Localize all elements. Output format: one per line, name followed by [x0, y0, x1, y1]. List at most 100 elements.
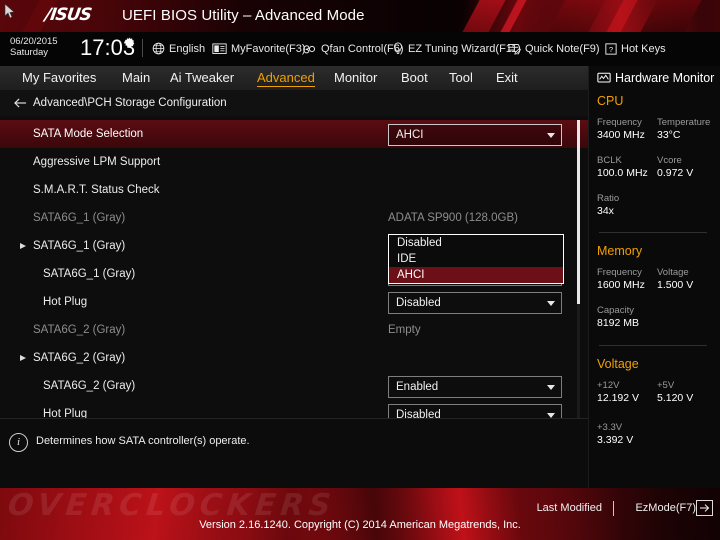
hw-value-capacity: 8192 MB	[597, 317, 640, 329]
help-panel: i Determines how SATA controller(s) oper…	[0, 418, 588, 489]
hw-value-12v: 12.192 V	[597, 392, 640, 404]
globe-icon	[152, 42, 165, 55]
panel-scrollbar-thumb[interactable]	[577, 120, 580, 304]
combo-value: AHCI	[396, 129, 424, 141]
chevron-down-icon	[547, 301, 555, 306]
group-row-sata6g-2[interactable]: SATA6G_2 (Gray)	[0, 344, 588, 372]
hardware-monitor-label: Hardware Monitor	[615, 71, 715, 85]
breadcrumb-path: Advanced\PCH Storage Configuration	[33, 97, 227, 109]
setting-row-smart-status-check[interactable]: S.M.A.R.T. Status Check	[0, 176, 588, 204]
tab-advanced[interactable]: Advanced	[257, 66, 315, 90]
settings-panel: Advanced\PCH Storage Configuration SATA …	[0, 90, 588, 418]
sata-mode-dropdown[interactable]: Disabled IDE AHCI	[388, 234, 564, 284]
tab-boot[interactable]: Boot	[401, 66, 428, 90]
toolbar-label: Hot Keys	[621, 43, 666, 55]
sata6g-2-enable-combo[interactable]: Enabled	[388, 376, 562, 398]
toolbar-item-hot-keys[interactable]: ? Hot Keys	[605, 39, 666, 59]
hw-value-5v: 5.120 V	[657, 392, 694, 404]
sata-mode-combo[interactable]: AHCI	[388, 124, 562, 146]
setting-row-sata6g-2-enable[interactable]: SATA6G_2 (Gray) Enabled	[0, 372, 588, 400]
monitor-icon	[597, 72, 611, 83]
device-label: SATA6G_1 (Gray)	[33, 212, 126, 224]
device-label: SATA6G_2 (Gray)	[33, 324, 126, 336]
device-value: Empty	[388, 324, 421, 336]
hw-value-ratio: 34x	[597, 205, 614, 217]
date-value: 06/20/2015	[10, 36, 58, 47]
hw-divider	[599, 232, 707, 233]
hw-value-vcore: 0.972 V	[657, 167, 694, 179]
weekday-value: Saturday	[10, 47, 49, 58]
title-bar: /ISUS UEFI BIOS Utility – Advanced Mode	[0, 0, 720, 32]
setting-label: Aggressive LPM Support	[33, 156, 161, 168]
bios-screen: /ISUS UEFI BIOS Utility – Advanced Mode …	[0, 0, 720, 540]
hw-divider	[599, 345, 707, 346]
setting-row-hot-plug-1[interactable]: Hot Plug Disabled	[0, 288, 588, 316]
date-display: 06/20/2015 Saturday	[10, 36, 76, 58]
hw-value-mem-voltage: 1.500 V	[657, 279, 694, 291]
hot-plug-1-combo[interactable]: Disabled	[388, 292, 562, 314]
question-box-icon: ?	[605, 43, 617, 55]
device-value: ADATA SP900 (128.0GB)	[388, 212, 518, 224]
tab-tool[interactable]: Tool	[449, 66, 473, 90]
tab-my-favorites[interactable]: My Favorites	[22, 66, 96, 90]
hw-value-bclk: 100.0 MHz	[597, 167, 648, 179]
setting-label: S.M.A.R.T. Status Check	[33, 184, 160, 196]
setting-label: SATA6G_2 (Gray)	[43, 380, 136, 392]
tab-ai-tweaker[interactable]: Ai Tweaker	[170, 66, 234, 90]
setting-label: SATA Mode Selection	[33, 128, 144, 140]
hardware-monitor-title: Hardware Monitor	[597, 69, 714, 87]
help-text: Determines how SATA controller(s) operat…	[36, 435, 250, 447]
last-modified-button[interactable]: Last Modified	[537, 500, 602, 516]
dropdown-option-ahci[interactable]: AHCI	[389, 267, 563, 283]
footer-separator	[613, 501, 614, 516]
combo-value: Enabled	[396, 381, 439, 393]
combo-value: Disabled	[396, 297, 441, 309]
toolbar-item-quick-note[interactable]: Quick Note(F9)	[507, 39, 600, 59]
toolbar-label: EZ Tuning Wizard(F11)	[408, 43, 521, 55]
fan-icon	[303, 45, 316, 54]
exit-arrow-icon[interactable]	[696, 500, 713, 516]
info-icon: i	[9, 433, 28, 452]
hw-value-cpu-temperature: 33°C	[657, 129, 681, 141]
hardware-monitor-panel: Hardware Monitor CPU Frequency 3400 MHz …	[588, 66, 720, 488]
tab-monitor[interactable]: Monitor	[334, 66, 377, 90]
hw-value-mem-frequency: 1600 MHz	[597, 279, 645, 291]
hot-plug-2-combo[interactable]: Disabled	[388, 404, 562, 418]
breadcrumb: Advanced\PCH Storage Configuration	[0, 90, 588, 116]
toolbar-item-ez-tuning-wizard[interactable]: EZ Tuning Wizard(F11)	[392, 39, 521, 59]
tab-main[interactable]: Main	[122, 66, 150, 90]
toolbar-item-myfavorite[interactable]: MyFavorite(F3)	[212, 39, 306, 59]
hw-section-cpu: CPU	[597, 94, 624, 108]
toolbar-label: English	[169, 43, 206, 55]
bios-version-text: Version 2.16.1240. Copyright (C) 2014 Am…	[199, 519, 521, 531]
toolbar-label: MyFavorite(F3)	[231, 43, 306, 55]
setting-label: Hot Plug	[43, 408, 88, 418]
combo-value: Disabled	[396, 409, 441, 418]
toolbar-item-english[interactable]: English	[152, 39, 205, 59]
device-row-sata6g-2: SATA6G_2 (Gray) Empty	[0, 316, 588, 344]
back-arrow-icon[interactable]	[14, 97, 27, 109]
chevron-down-icon	[547, 385, 555, 390]
setting-row-sata-mode-selection[interactable]: SATA Mode Selection AHCI	[0, 120, 588, 148]
group-label: SATA6G_2 (Gray)	[33, 352, 126, 364]
hw-value-33v: 3.392 V	[597, 434, 634, 446]
setting-row-hot-plug-2[interactable]: Hot Plug Disabled	[0, 400, 588, 418]
hw-section-memory: Memory	[597, 244, 643, 258]
device-row-sata6g-1: SATA6G_1 (Gray) ADATA SP900 (128.0GB)	[0, 204, 588, 232]
tab-exit[interactable]: Exit	[496, 66, 518, 90]
svg-text:?: ?	[609, 45, 613, 54]
expand-arrow-icon	[20, 243, 26, 249]
top-toolbar: 06/20/2015 Saturday 17:03 English MyFavo…	[0, 32, 720, 66]
footer-bar: OVERCLOCKERS Last Modified EzMode(F7) Ve…	[0, 488, 720, 540]
dropdown-option-disabled[interactable]: Disabled	[389, 235, 563, 251]
dropdown-option-ide[interactable]: IDE	[389, 251, 563, 267]
ezmode-button[interactable]: EzMode(F7)	[635, 500, 696, 516]
group-label: SATA6G_1 (Gray)	[33, 240, 126, 252]
favorite-icon	[212, 43, 227, 54]
setting-row-aggressive-lpm-support[interactable]: Aggressive LPM Support	[0, 148, 588, 176]
expand-arrow-icon	[20, 355, 26, 361]
toolbar-item-qfan-control[interactable]: Qfan Control(F6)	[302, 39, 404, 59]
gear-icon[interactable]	[123, 37, 136, 50]
setting-label: SATA6G_1 (Gray)	[43, 268, 136, 280]
lightbulb-icon	[394, 42, 402, 54]
